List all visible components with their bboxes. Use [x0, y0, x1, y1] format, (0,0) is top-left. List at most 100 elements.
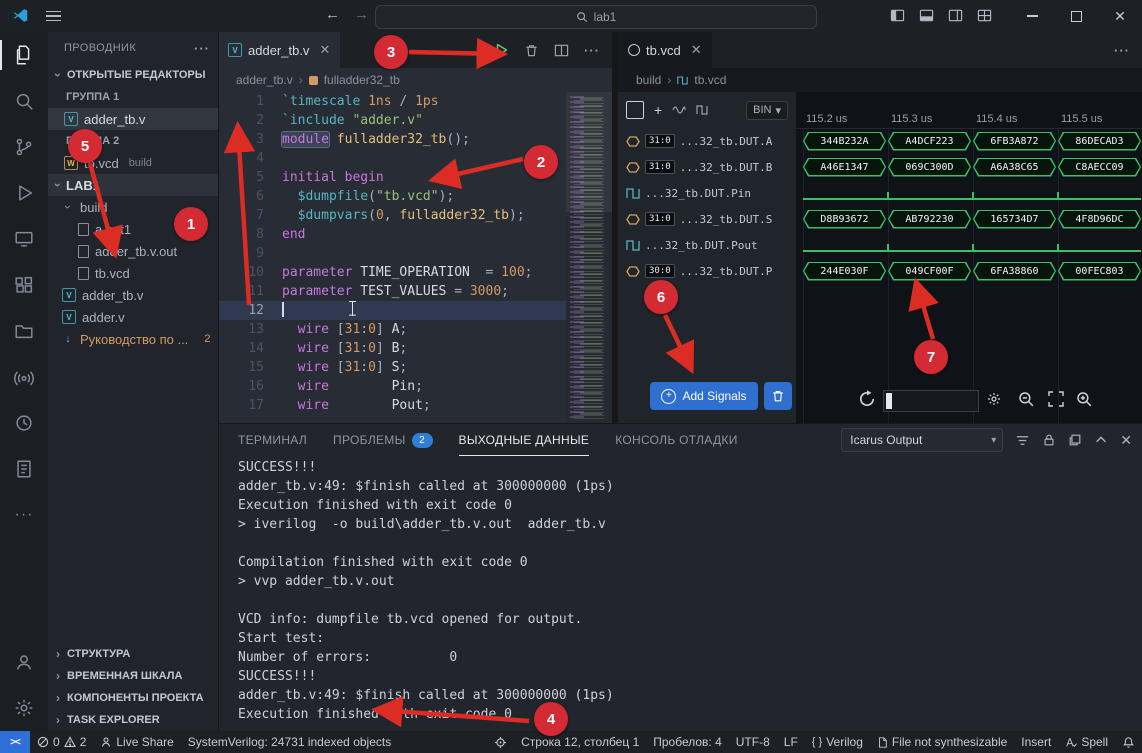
signal-row[interactable]: 31:0...32_tb.DUT.A — [618, 128, 796, 154]
breadcrumb-file[interactable]: tb.vcd — [694, 73, 726, 87]
minimap[interactable] — [566, 92, 612, 423]
settings-gear-icon[interactable] — [0, 685, 48, 731]
trash-icon[interactable] — [524, 43, 539, 58]
marker-box-icon[interactable] — [626, 101, 644, 119]
customize-layout-icon[interactable] — [977, 8, 992, 23]
toggle-sidebar-icon[interactable] — [890, 8, 905, 23]
eol-status[interactable]: LF — [777, 731, 805, 753]
sidebar-section-структура[interactable]: ›СТРУКТУРА — [48, 643, 218, 665]
sine-wave-icon[interactable] — [672, 104, 686, 116]
filter-lines-icon[interactable] — [1015, 433, 1030, 448]
refresh-icon[interactable] — [858, 390, 876, 408]
waveform-row[interactable]: 244E030F049CF00F6FA3886000FEC803 — [796, 258, 1142, 284]
nav-back-icon[interactable]: ← — [325, 6, 340, 23]
chevron-up-icon[interactable] — [1094, 433, 1108, 447]
language-mode-status[interactable]: { }Verilog — [805, 731, 870, 753]
open-editors-header[interactable]: › ОТКРЫТЫЕ РЕДАКТОРЫ — [48, 64, 218, 86]
activity-extensions-icon[interactable] — [0, 262, 48, 308]
signal-row[interactable]: ...32_tb.DUT.Pin — [618, 180, 796, 206]
cursor-position-status[interactable]: Строка 12, столбец 1 — [514, 731, 646, 753]
code-editor[interactable]: 1`timescale 1ns / 1ps2`include "adder.v"… — [218, 92, 612, 423]
tree-item-adder-v[interactable]: Vadder.v — [48, 306, 218, 328]
timescale-input[interactable] — [883, 390, 979, 412]
waveform-row[interactable]: 344B232AA4DCF2236FB3A87286DECAD3 — [796, 128, 1142, 154]
waveform-canvas[interactable]: 115.2 us115.3 us115.4 us115.5 us 344B232… — [796, 92, 1142, 423]
breadcrumb-symbol[interactable]: fulladder32_tb — [324, 73, 400, 87]
close-panel-icon[interactable]: ✕ — [1120, 432, 1132, 449]
insert-mode-status[interactable]: Insert — [1014, 731, 1058, 753]
tree-item-adder-tb-v[interactable]: Vadder_tb.v — [48, 284, 218, 306]
panel-tab-терминал[interactable]: ТЕРМИНАЛ — [238, 424, 307, 456]
add-marker-icon[interactable]: + — [654, 102, 662, 118]
sidebar-section-task-explorer[interactable]: ›TASK EXPLORER — [48, 709, 218, 731]
activity-more-icon[interactable]: ··· — [0, 492, 48, 538]
zoom-fit-icon[interactable] — [1048, 391, 1064, 407]
tree-item-adder-tb-v-out[interactable]: adder_tb.v.out — [48, 240, 218, 262]
panel-tab-проблемы[interactable]: ПРОБЛЕМЫ2 — [333, 424, 432, 456]
tree-item-tb-vcd[interactable]: tb.vcd — [48, 262, 218, 284]
square-wave-icon[interactable] — [696, 104, 710, 116]
breadcrumb-file[interactable]: adder_tb.v — [236, 73, 293, 87]
signal-row[interactable]: 30:0...32_tb.DUT.P — [618, 258, 796, 284]
accounts-icon[interactable] — [0, 639, 48, 685]
command-search-box[interactable]: lab1 — [375, 5, 817, 29]
sidebar-section-временная-шкала[interactable]: ›ВРЕМЕННАЯ ШКАЛА — [48, 665, 218, 687]
activity-project-manager-icon[interactable] — [0, 308, 48, 354]
tree-item-a-out1[interactable]: a.out1 — [48, 218, 218, 240]
split-editor-icon[interactable] — [554, 43, 569, 58]
spell-status[interactable]: Spell — [1058, 731, 1115, 753]
tab-adder-tb-v[interactable]: V adder_tb.v ✕ — [218, 32, 340, 68]
waveform-row[interactable]: A46E1347069C300DA6A38C65C8AECC09 — [796, 154, 1142, 180]
output-channel-select[interactable]: Icarus Output ▾ — [841, 428, 1003, 452]
activity-live-share-icon[interactable] — [0, 354, 48, 400]
activity-notebooks-icon[interactable] — [0, 446, 48, 492]
sidebar-section-компоненты-проекта[interactable]: ›КОМПОНЕНТЫ ПРОЕКТА — [48, 687, 218, 709]
activity-history-icon[interactable] — [0, 400, 48, 446]
tab-close-icon[interactable]: ✕ — [319, 42, 330, 58]
restore-button[interactable] — [1054, 0, 1098, 32]
target-icon[interactable] — [487, 731, 514, 753]
tab-tb-vcd[interactable]: tb.vcd ✕ — [618, 32, 712, 68]
sidebar-more-icon[interactable]: ··· — [194, 41, 210, 56]
problems-status[interactable]: 0 2 — [30, 731, 93, 753]
signal-row[interactable]: 31:0...32_tb.DUT.B — [618, 154, 796, 180]
live-share-status[interactable]: Live Share — [93, 731, 180, 753]
output-console[interactable]: SUCCESS!!!adder_tb.v:49: $finish called … — [218, 456, 1142, 731]
zoom-out-icon[interactable] — [1018, 391, 1035, 408]
tree-item-build[interactable]: ›build — [48, 196, 218, 218]
toggle-secondary-sidebar-icon[interactable] — [948, 8, 963, 23]
activity-search-icon[interactable] — [0, 78, 48, 124]
activity-remote-explorer-icon[interactable] — [0, 216, 48, 262]
editor-more-icon[interactable]: ··· — [1114, 43, 1130, 58]
waveform-row[interactable] — [796, 232, 1142, 258]
menu-hamburger-icon[interactable] — [46, 11, 61, 21]
systemverilog-indexer-status[interactable]: SystemVerilog: 24731 indexed objects — [181, 731, 398, 753]
remove-signals-button[interactable] — [764, 382, 792, 410]
signal-row[interactable]: ...32_tb.DUT.Pout — [618, 232, 796, 258]
minimize-button[interactable] — [1010, 0, 1054, 32]
clear-output-icon[interactable] — [1068, 433, 1082, 447]
activity-source-control-icon[interactable] — [0, 124, 48, 170]
close-button[interactable]: ✕ — [1098, 0, 1142, 32]
panel-tab-выходные-данные[interactable]: ВЫХОДНЫЕ ДАННЫЕ — [459, 424, 590, 456]
notifications-bell-icon[interactable] — [1115, 731, 1142, 753]
format-select[interactable]: BIN▾ — [746, 101, 788, 120]
minimap-slider[interactable] — [566, 92, 612, 212]
open-editor-item[interactable]: Vadder_tb.v — [48, 108, 218, 130]
synthesizable-status[interactable]: File not synthesizable — [870, 731, 1014, 753]
tab-close-icon[interactable]: ✕ — [691, 42, 702, 58]
activity-explorer-icon[interactable] — [0, 32, 48, 78]
toggle-panel-icon[interactable] — [919, 8, 934, 23]
editor-more-icon[interactable]: ··· — [584, 43, 600, 58]
lock-icon[interactable] — [1042, 433, 1056, 447]
zoom-in-icon[interactable] — [1076, 391, 1093, 408]
waveform-row[interactable]: D8B93672AB792230165734D74F8D96DC — [796, 206, 1142, 232]
signal-row[interactable]: 31:0...32_tb.DUT.S — [618, 206, 796, 232]
nav-forward-icon[interactable]: → — [354, 6, 369, 23]
waveform-row[interactable] — [796, 180, 1142, 206]
panel-tab-консоль-отладки[interactable]: КОНСОЛЬ ОТЛАДКИ — [615, 424, 737, 456]
open-editor-item[interactable]: Wtb.vcdbuild — [48, 152, 218, 174]
indentation-status[interactable]: Пробелов: 4 — [646, 731, 729, 753]
activity-run-debug-icon[interactable] — [0, 170, 48, 216]
gear-icon[interactable] — [986, 391, 1002, 407]
